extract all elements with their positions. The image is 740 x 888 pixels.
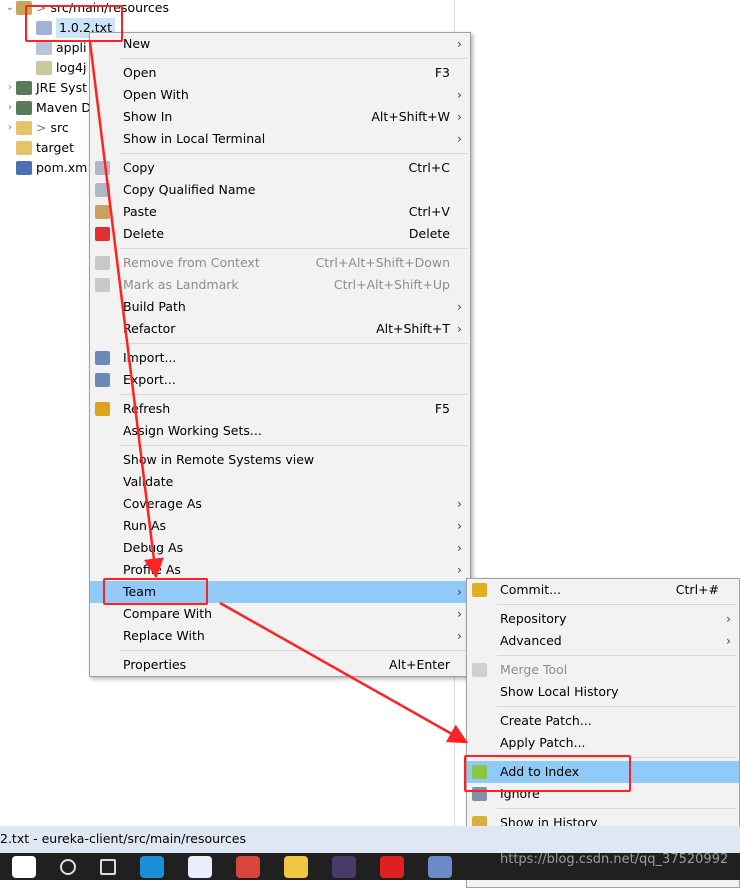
arrow-to-add-index <box>219 601 469 744</box>
arrow-to-team <box>88 41 164 579</box>
annotation-arrows <box>88 41 469 744</box>
